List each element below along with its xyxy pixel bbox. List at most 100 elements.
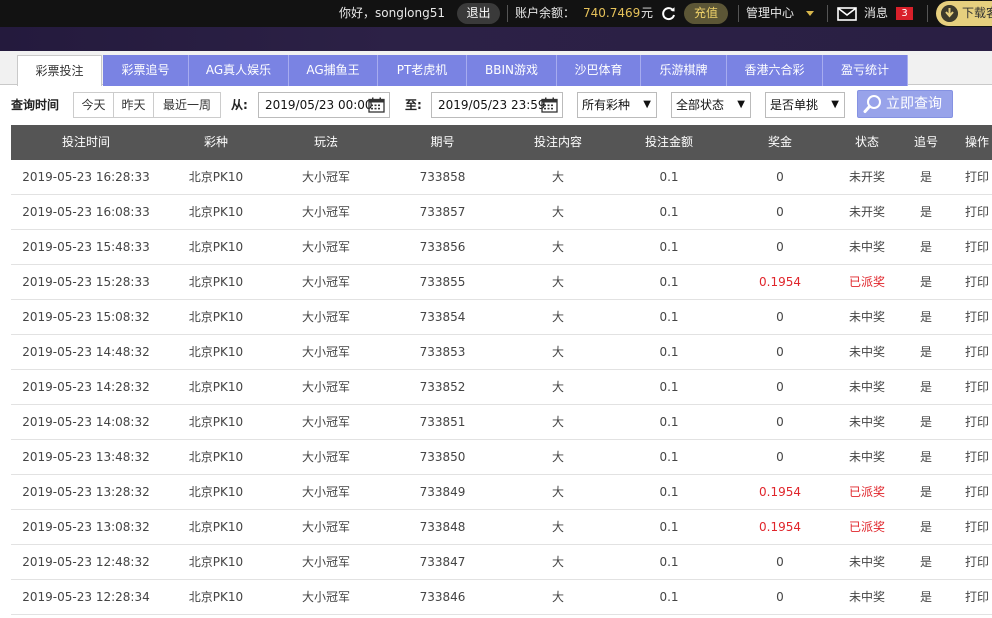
cell-status: 未中奖 xyxy=(848,555,885,569)
cell-prize: 0 xyxy=(776,380,784,394)
cell-issue: 733851 xyxy=(419,415,466,429)
cell-lottery: 北京PK10 xyxy=(188,205,244,219)
cell-prize: 0 xyxy=(776,415,784,429)
greeting-text: 你好，songlong51 xyxy=(339,6,445,20)
cell-print-link[interactable]: 打印 xyxy=(965,195,992,229)
search-icon xyxy=(863,95,881,113)
cell-status: 未中奖 xyxy=(848,415,885,429)
mail-icon[interactable] xyxy=(837,7,857,21)
to-date-input[interactable]: 2019/05/23 23:59 xyxy=(431,92,563,118)
cell-print-link[interactable]: 打印 xyxy=(965,300,992,334)
cell-content: 大 xyxy=(551,450,564,464)
balance-unit: 元 xyxy=(641,6,654,20)
cell-prize: 0.1954 xyxy=(759,520,801,534)
cell-print-link[interactable]: 打印 xyxy=(965,475,992,509)
divider xyxy=(738,5,739,22)
recharge-button[interactable]: 充值 xyxy=(684,3,728,24)
cell-content: 大 xyxy=(551,275,564,289)
header-issue: 期号 xyxy=(430,135,455,149)
cell-chase: 是 xyxy=(919,240,932,254)
yesterday-button[interactable]: 昨天 xyxy=(114,93,154,117)
table-row: 2019-05-23 13:08:32 北京PK10 大小冠军 733848 大 0.1 0… xyxy=(11,510,992,545)
cell-print-link[interactable]: 打印 xyxy=(965,545,992,579)
header-amount: 投注金额 xyxy=(644,135,693,149)
manage-center-link[interactable]: 管理中心 xyxy=(746,0,794,27)
from-date-value: 2019/05/23 00:00 xyxy=(265,98,373,112)
cell-print-link[interactable]: 打印 xyxy=(965,510,992,544)
cell-amount: 0.1 xyxy=(659,310,679,324)
today-button[interactable]: 今天 xyxy=(74,93,114,117)
download-client-button[interactable]: 下载客户端 xyxy=(936,1,992,26)
cell-lottery: 北京PK10 xyxy=(188,275,244,289)
tab-hk-mark-six[interactable]: 香港六合彩 xyxy=(727,55,823,86)
cell-play: 大小冠军 xyxy=(301,520,350,534)
cell-print-link[interactable]: 打印 xyxy=(965,335,992,369)
messages-link[interactable]: 消息 xyxy=(864,0,888,27)
cell-print-link[interactable]: 打印 xyxy=(965,580,992,614)
message-count-badge: 3 xyxy=(896,7,913,20)
tab-saba-sports[interactable]: 沙巴体育 xyxy=(557,55,641,86)
cell-amount: 0.1 xyxy=(659,450,679,464)
single-pick-select[interactable]: 是否单挑 ▼ xyxy=(765,92,845,118)
table-body: 2019-05-23 16:28:33 北京PK10 大小冠军 733858 大 0.1 0… xyxy=(11,160,992,615)
tab-lottery-bet[interactable]: 彩票投注 xyxy=(17,55,102,86)
cell-amount: 0.1 xyxy=(659,170,679,184)
cell-play: 大小冠军 xyxy=(301,590,350,604)
from-date-input[interactable]: 2019/05/23 00:00 xyxy=(258,92,390,118)
query-now-button[interactable]: 立即查询 xyxy=(857,90,953,118)
cell-bet-time: 2019-05-23 14:28:32 xyxy=(22,380,150,394)
tab-profit-stats[interactable]: 盈亏统计 xyxy=(823,55,908,86)
cell-status: 未中奖 xyxy=(848,240,885,254)
table-row: 2019-05-23 15:48:33 北京PK10 大小冠军 733856 大 0.1 0… xyxy=(11,230,992,265)
cell-print-link[interactable]: 打印 xyxy=(965,440,992,474)
calendar-icon[interactable] xyxy=(541,97,558,113)
lottery-type-value: 所有彩种 xyxy=(582,98,631,112)
cell-print-link[interactable]: 打印 xyxy=(965,405,992,439)
refresh-icon[interactable] xyxy=(660,5,677,22)
cell-bet-time: 2019-05-23 12:48:32 xyxy=(22,555,150,569)
tab-leyou-chess[interactable]: 乐游棋牌 xyxy=(641,55,727,86)
cell-content: 大 xyxy=(551,590,564,604)
table-row: 2019-05-23 14:08:32 北京PK10 大小冠军 733851 大 0.1 0… xyxy=(11,405,992,440)
calendar-icon[interactable] xyxy=(368,97,385,113)
cell-play: 大小冠军 xyxy=(301,450,350,464)
tab-ag-fishing[interactable]: AG捕鱼王 xyxy=(289,55,378,86)
cell-chase: 是 xyxy=(919,555,932,569)
status-select[interactable]: 全部状态 ▼ xyxy=(671,92,751,118)
cell-amount: 0.1 xyxy=(659,590,679,604)
cell-print-link[interactable]: 打印 xyxy=(965,230,992,264)
lottery-type-select[interactable]: 所有彩种 ▼ xyxy=(577,92,657,118)
tab-ag-live[interactable]: AG真人娱乐 xyxy=(189,55,289,86)
cell-content: 大 xyxy=(551,520,564,534)
header-chase: 追号 xyxy=(913,135,938,149)
cell-status: 未中奖 xyxy=(848,310,885,324)
cell-lottery: 北京PK10 xyxy=(188,415,244,429)
query-time-label: 查询时间 xyxy=(11,98,60,112)
last-week-button[interactable]: 最近一周 xyxy=(154,93,220,117)
to-label: 至: xyxy=(405,98,422,112)
cell-prize: 0 xyxy=(776,240,784,254)
cell-prize: 0.1954 xyxy=(759,275,801,289)
tab-lottery-chase[interactable]: 彩票追号 xyxy=(103,55,189,86)
cell-content: 大 xyxy=(551,310,564,324)
cell-print-link[interactable]: 打印 xyxy=(965,370,992,404)
tab-pt-slots[interactable]: PT老虎机 xyxy=(378,55,467,86)
cell-chase: 是 xyxy=(919,590,932,604)
cell-chase: 是 xyxy=(919,520,932,534)
cell-status: 未中奖 xyxy=(848,450,885,464)
cell-play: 大小冠军 xyxy=(301,380,350,394)
tab-bbin-games[interactable]: BBIN游戏 xyxy=(467,55,557,86)
divider xyxy=(507,5,508,22)
chevron-down-icon[interactable] xyxy=(806,11,814,16)
from-label: 从: xyxy=(231,98,248,112)
logout-button[interactable]: 退出 xyxy=(457,3,500,24)
cell-print-link[interactable]: 打印 xyxy=(965,160,992,194)
cell-amount: 0.1 xyxy=(659,345,679,359)
cell-prize: 0.1954 xyxy=(759,485,801,499)
cell-content: 大 xyxy=(551,380,564,394)
header-action: 操作 xyxy=(965,135,990,149)
cell-bet-time: 2019-05-23 13:28:32 xyxy=(22,485,150,499)
cell-print-link[interactable]: 打印 xyxy=(965,265,992,299)
cell-content: 大 xyxy=(551,205,564,219)
cell-issue: 733847 xyxy=(419,555,466,569)
